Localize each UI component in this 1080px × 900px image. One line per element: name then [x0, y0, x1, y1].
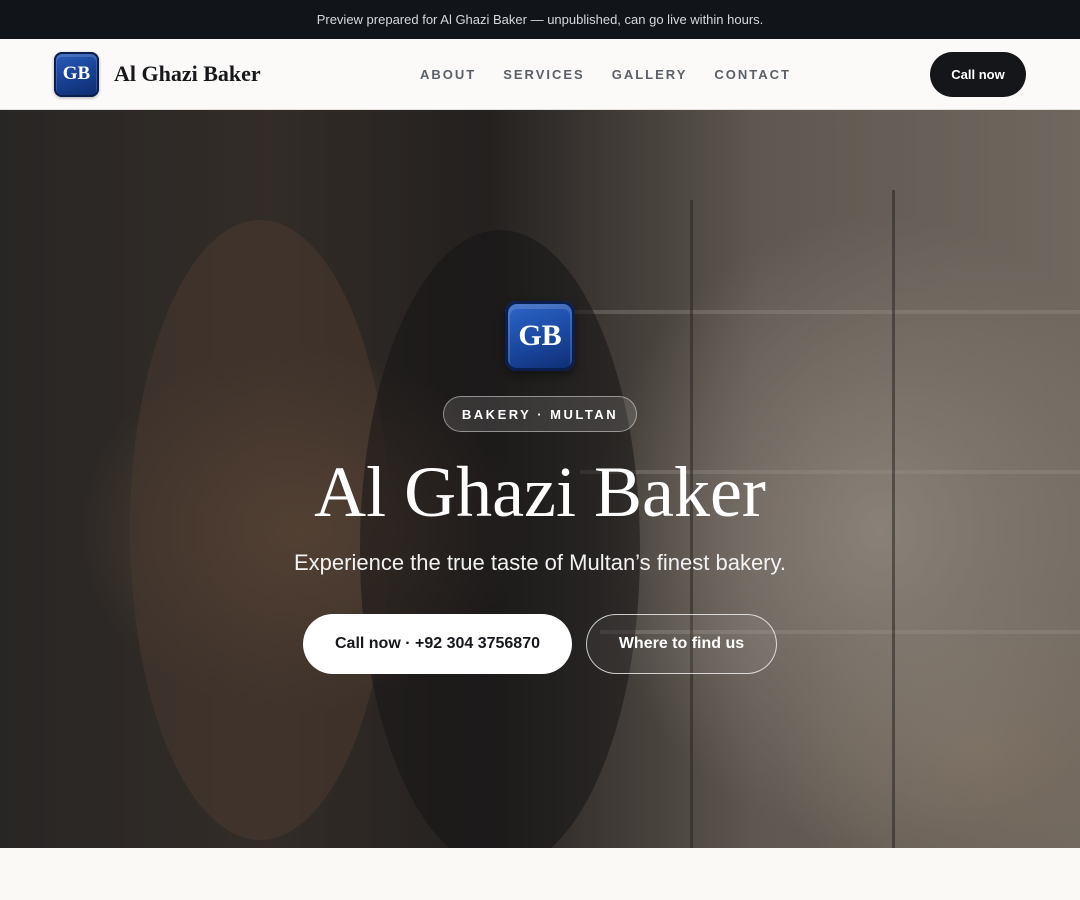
site-header: GB Al Ghazi Baker ABOUT SERVICES GALLERY… — [0, 39, 1080, 110]
hero-title: Al Ghazi Baker — [314, 452, 766, 532]
next-section — [0, 848, 1080, 900]
nav-link-about[interactable]: ABOUT — [420, 67, 476, 82]
hero-location-button[interactable]: Where to find us — [586, 614, 777, 674]
hero-buttons: Call now · +92 304 3756870 Where to find… — [303, 614, 777, 674]
announcement-bar: Preview prepared for Al Ghazi Baker — un… — [0, 0, 1080, 39]
brand-name: Al Ghazi Baker — [114, 61, 261, 86]
nav-link-gallery[interactable]: GALLERY — [612, 67, 688, 82]
brand-logo: GB — [54, 51, 99, 97]
nav-link-contact[interactable]: CONTACT — [714, 67, 791, 82]
hero-subtitle: Experience the true taste of Multan’s fi… — [293, 550, 786, 575]
main-nav: ABOUT SERVICES GALLERY CONTACT — [420, 39, 791, 110]
hero-call-button[interactable]: Call now · +92 304 3756870 — [303, 614, 572, 674]
nav-link-services[interactable]: SERVICES — [503, 67, 585, 82]
announcement-text: Preview prepared for Al Ghazi Baker — un… — [316, 12, 764, 27]
hero-tagline-badge: BAKERY · MULTAN — [442, 396, 638, 432]
hero-section: GB BAKERY · MULTAN Al Ghazi Baker Experi… — [0, 110, 1080, 848]
hero-logo: GB — [505, 301, 575, 371]
call-now-button[interactable]: Call now — [930, 52, 1026, 97]
brand[interactable]: GB Al Ghazi Baker — [54, 51, 261, 97]
hero-content: GB BAKERY · MULTAN Al Ghazi Baker Experi… — [0, 110, 1080, 848]
